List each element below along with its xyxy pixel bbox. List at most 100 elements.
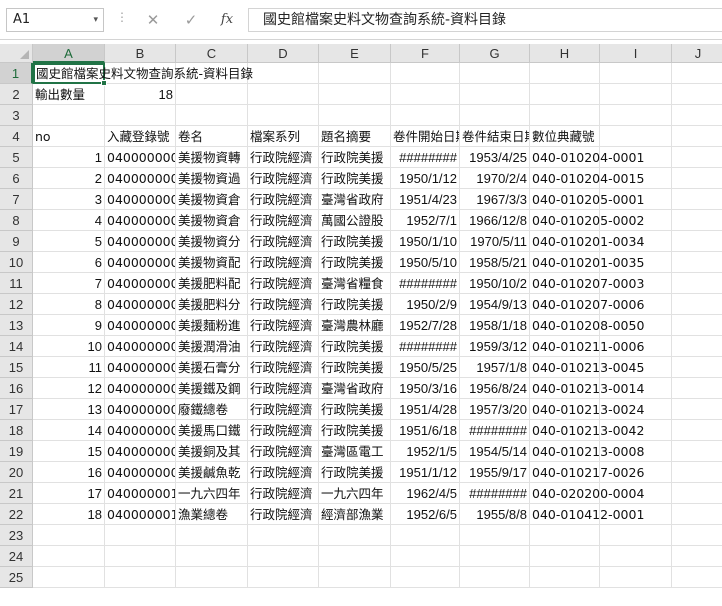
data-cell[interactable]: 040-010213-0042 [530, 420, 644, 441]
cell[interactable] [391, 567, 460, 588]
cell[interactable] [672, 84, 722, 105]
data-cell[interactable]: 臺灣省糧食 [319, 273, 391, 294]
header-cell[interactable]: 卷件開始日期 [391, 126, 460, 147]
column-header-a[interactable]: A [33, 44, 105, 63]
cancel-icon[interactable]: ✕ [140, 8, 166, 32]
cell[interactable] [672, 504, 722, 525]
data-cell[interactable]: 040000000 [105, 378, 176, 399]
data-cell[interactable]: 1954/9/13 [460, 294, 530, 315]
data-cell[interactable]: 1959/3/12 [460, 336, 530, 357]
header-cell[interactable]: 檔案系列 [248, 126, 319, 147]
data-cell[interactable]: 040-010208-0050 [530, 315, 644, 336]
cell[interactable] [672, 567, 722, 588]
cell[interactable] [319, 525, 391, 546]
data-cell[interactable]: 行政院經濟 [248, 357, 319, 378]
data-cell[interactable]: 1962/4/5 [391, 483, 460, 504]
data-cell[interactable]: 040-010205-0001 [530, 189, 644, 210]
cell[interactable] [176, 105, 248, 126]
cell[interactable] [600, 84, 672, 105]
cell-a2-output-label[interactable]: 輸出數量 [33, 84, 105, 105]
data-cell[interactable]: 美援鹹魚乾 [176, 462, 248, 483]
data-cell[interactable]: 040-010204-0001 [530, 147, 644, 168]
data-cell[interactable]: 行政院經濟 [248, 189, 319, 210]
data-cell[interactable]: 美援潤滑油 [176, 336, 248, 357]
data-cell[interactable]: 16 [33, 462, 105, 483]
row-header-17[interactable]: 17 [0, 399, 33, 420]
data-cell[interactable]: 漁業總卷 [176, 504, 248, 525]
data-cell[interactable]: ######## [460, 420, 530, 441]
cell[interactable] [672, 441, 722, 462]
data-cell[interactable]: 1951/4/28 [391, 399, 460, 420]
row-header-11[interactable]: 11 [0, 273, 33, 294]
cell[interactable] [391, 84, 460, 105]
data-cell[interactable]: ######## [460, 483, 530, 504]
cell[interactable] [672, 126, 722, 147]
cell[interactable] [530, 105, 600, 126]
data-cell[interactable]: 行政院經濟 [248, 147, 319, 168]
data-cell[interactable]: 行政院美援 [319, 420, 391, 441]
cell[interactable] [105, 525, 176, 546]
data-cell[interactable]: 1952/1/5 [391, 441, 460, 462]
data-cell[interactable]: 040000000 [105, 210, 176, 231]
data-cell[interactable]: 1966/12/8 [460, 210, 530, 231]
header-cell[interactable]: 入藏登錄號 [105, 126, 176, 147]
data-cell[interactable]: 美援石膏分 [176, 357, 248, 378]
data-cell[interactable]: 1955/9/17 [460, 462, 530, 483]
data-cell[interactable]: ######## [391, 273, 460, 294]
cell[interactable] [176, 525, 248, 546]
column-header-d[interactable]: D [248, 44, 319, 63]
column-header-f[interactable]: F [391, 44, 460, 63]
data-cell[interactable]: 040000000 [105, 462, 176, 483]
row-header-10[interactable]: 10 [0, 252, 33, 273]
cell[interactable] [248, 567, 319, 588]
row-header-5[interactable]: 5 [0, 147, 33, 168]
data-cell[interactable]: 10 [33, 336, 105, 357]
data-cell[interactable]: 美援馬口鐵 [176, 420, 248, 441]
data-cell[interactable]: 行政院美援 [319, 147, 391, 168]
data-cell[interactable]: 040-010201-0034 [530, 231, 644, 252]
cell[interactable] [33, 105, 105, 126]
data-cell[interactable]: 行政院美援 [319, 357, 391, 378]
data-cell[interactable]: 040-020200-0004 [530, 483, 644, 504]
cell[interactable] [319, 105, 391, 126]
cell[interactable] [672, 483, 722, 504]
data-cell[interactable]: 040000001 [105, 483, 176, 504]
row-header-13[interactable]: 13 [0, 315, 33, 336]
cell[interactable] [33, 525, 105, 546]
data-cell[interactable]: 1 [33, 147, 105, 168]
data-cell[interactable]: 3 [33, 189, 105, 210]
data-cell[interactable]: 美援物資倉 [176, 210, 248, 231]
column-header-h[interactable]: H [530, 44, 600, 63]
cell[interactable] [600, 525, 672, 546]
data-cell[interactable]: 1950/10/2 [460, 273, 530, 294]
cell[interactable] [460, 63, 530, 84]
row-header-9[interactable]: 9 [0, 231, 33, 252]
data-cell[interactable]: 美援銅及其 [176, 441, 248, 462]
header-cell[interactable]: 卷名 [176, 126, 248, 147]
cell[interactable] [672, 273, 722, 294]
data-cell[interactable]: 行政院美援 [319, 336, 391, 357]
data-cell[interactable]: 12 [33, 378, 105, 399]
data-cell[interactable]: 040-010211-0006 [530, 336, 644, 357]
data-cell[interactable]: 7 [33, 273, 105, 294]
data-cell[interactable]: 040-010217-0026 [530, 462, 644, 483]
cell[interactable] [600, 105, 672, 126]
cell[interactable] [600, 63, 672, 84]
data-cell[interactable]: 1950/5/25 [391, 357, 460, 378]
cell[interactable] [672, 399, 722, 420]
data-cell[interactable]: 1953/4/25 [460, 147, 530, 168]
data-cell[interactable]: 1958/1/18 [460, 315, 530, 336]
row-header-3[interactable]: 3 [0, 105, 33, 126]
data-cell[interactable]: 1952/7/1 [391, 210, 460, 231]
data-cell[interactable]: 040000000 [105, 315, 176, 336]
data-cell[interactable]: 美援肥料分 [176, 294, 248, 315]
data-cell[interactable]: 美援物資分 [176, 231, 248, 252]
data-cell[interactable]: 行政院經濟 [248, 168, 319, 189]
data-cell[interactable]: 臺灣省政府 [319, 189, 391, 210]
data-cell[interactable]: 18 [33, 504, 105, 525]
data-cell[interactable]: 行政院經濟 [248, 462, 319, 483]
data-cell[interactable]: 040000000 [105, 357, 176, 378]
row-header-19[interactable]: 19 [0, 441, 33, 462]
data-cell[interactable]: 廢鐵總卷 [176, 399, 248, 420]
data-cell[interactable]: 1967/3/3 [460, 189, 530, 210]
